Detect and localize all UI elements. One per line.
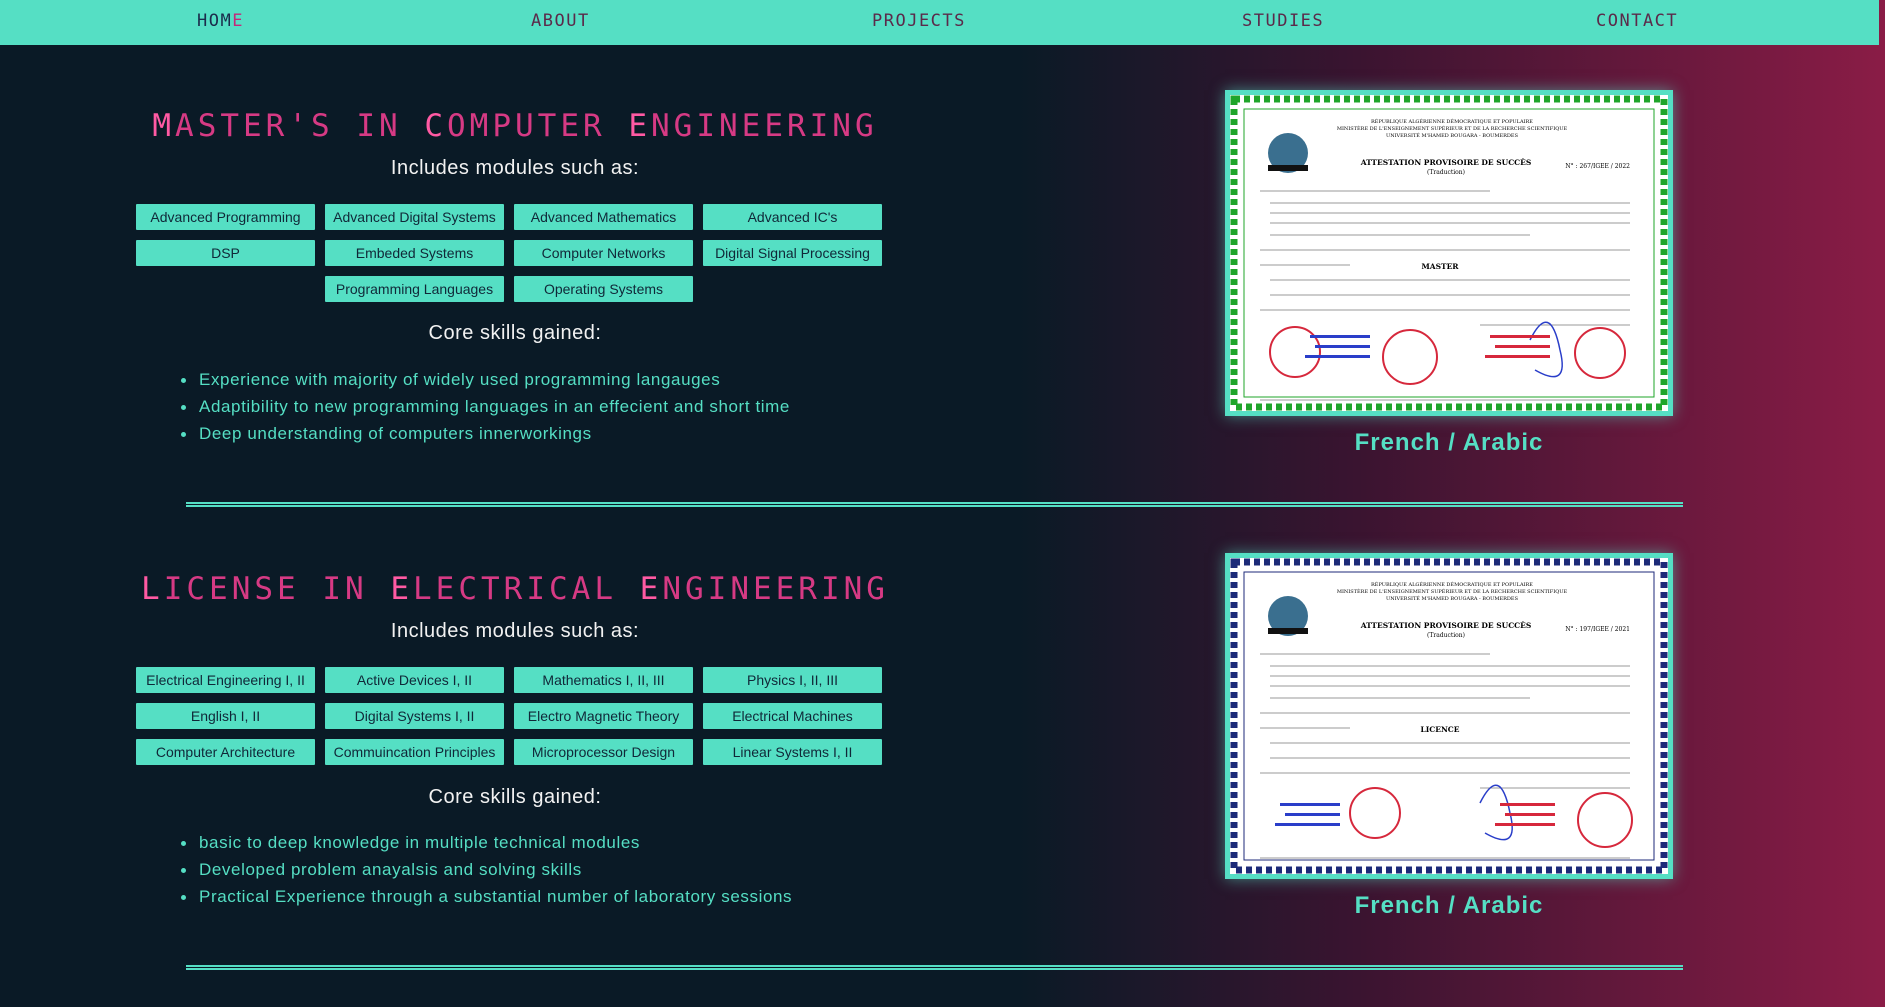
title-text: OMPUTER (447, 108, 629, 144)
cert-header1: RÉPUBLIQUE ALGÉRIENNE DÉMOCRATIQUE ET PO… (1371, 580, 1533, 588)
section-divider (186, 502, 1683, 507)
module-chip[interactable]: Mathematics I, II, III (514, 667, 693, 693)
title-cap: E (628, 108, 651, 144)
nav-home[interactable]: HOME (197, 11, 244, 31)
nav-contact[interactable]: CONTACT (1596, 11, 1678, 31)
certificate-paper: RÉPUBLIQUE ALGÉRIENNE DÉMOCRATIQUE ET PO… (1230, 558, 1668, 874)
cert-number: N° : 197/IGEE / 2021 (1565, 626, 1630, 633)
module-chip[interactable]: Commuincation Principles (325, 739, 504, 765)
skill-item: Adaptibility to new programming language… (181, 397, 790, 424)
nav-about[interactable]: ABOUT (531, 11, 590, 31)
module-chip[interactable]: Digital Signal Processing (703, 240, 882, 266)
cert-number: N° : 267/IGEE / 2022 (1565, 163, 1630, 170)
title-cap: E (639, 571, 663, 607)
title-text: ASTER'S IN (175, 108, 425, 144)
nav-home-label: HOM (197, 11, 233, 31)
certificate-caption: French / Arabic (1354, 429, 1544, 456)
modules-heading: Includes modules such as: (390, 157, 640, 179)
module-chip[interactable]: Electrical Machines (703, 703, 882, 729)
title-text: ICENSE IN (163, 571, 391, 607)
cert-subtitle: (Traduction) (1427, 169, 1465, 176)
skills-heading: Core skills gained: (428, 322, 602, 344)
module-chip[interactable]: Advanced Digital Systems (325, 204, 504, 230)
certificate-paper: RÉPUBLIQUE ALGÉRIENNE DÉMOCRATIQUE ET PO… (1230, 95, 1668, 411)
title-cap: L (141, 571, 164, 607)
module-chip[interactable]: Active Devices I, II (325, 667, 504, 693)
stamp-icon (1269, 326, 1321, 378)
cert-degree: LICENCE (1420, 725, 1459, 734)
section-divider (186, 965, 1683, 970)
cert-subtitle: (Traduction) (1427, 632, 1465, 639)
top-nav: HOME ABOUT PROJECTS STUDIES CONTACT (0, 0, 1879, 45)
module-chip[interactable]: Advanced Programming (136, 204, 315, 230)
skills-list: basic to deep knowledge in multiple tech… (181, 833, 792, 914)
nav-projects[interactable]: PROJECTS (872, 11, 966, 31)
stamp-icon (1574, 327, 1626, 379)
cert-title: ATTESTATION PROVISOIRE DE SUCCÈS (1360, 621, 1532, 630)
degree-title: LICENSE IN ELECTRICAL ENGINEERING (0, 571, 1030, 607)
cert-header3: UNIVERSITÉ M'HAMED BOUGARA - BOUMERDES (1386, 131, 1519, 139)
module-chip[interactable]: English I, II (136, 703, 315, 729)
module-chip[interactable]: Advanced IC's (703, 204, 882, 230)
modules-heading: Includes modules such as: (390, 620, 640, 642)
cert-degree: MASTER (1421, 262, 1459, 271)
skills-heading: Core skills gained: (428, 786, 602, 808)
certificate-image[interactable]: RÉPUBLIQUE ALGÉRIENNE DÉMOCRATIQUE ET PO… (1225, 553, 1673, 879)
module-chip[interactable]: Operating Systems (514, 276, 693, 302)
skill-item: basic to deep knowledge in multiple tech… (181, 833, 792, 860)
title-text: LECTRICAL (413, 571, 640, 607)
title-text: NGINEERING (662, 571, 889, 607)
cert-header3: UNIVERSITÉ M'HAMED BOUGARA - BOUMERDES (1386, 594, 1519, 602)
title-cap: E (390, 571, 414, 607)
degree-title: MASTER'S IN COMPUTER ENGINEERING (0, 108, 1030, 144)
stamp-icon (1382, 329, 1438, 385)
arabic-text-block (1275, 803, 1555, 826)
nav-studies[interactable]: STUDIES (1242, 11, 1324, 31)
skills-list: Experience with majority of widely used … (181, 370, 790, 451)
module-chip[interactable]: DSP (136, 240, 315, 266)
module-chip[interactable]: Advanced Mathematics (514, 204, 693, 230)
signature-icon (1529, 321, 1563, 378)
certificate-image[interactable]: RÉPUBLIQUE ALGÉRIENNE DÉMOCRATIQUE ET PO… (1225, 90, 1673, 416)
title-cap: M (152, 108, 176, 144)
module-chip[interactable]: Electro Magnetic Theory (514, 703, 693, 729)
skill-item: Practical Experience through a substanti… (181, 887, 792, 914)
stamp-icon (1349, 787, 1401, 839)
module-chip[interactable]: Embeded Systems (325, 240, 504, 266)
nav-home-highlight: E (232, 11, 244, 31)
module-chip[interactable]: Computer Networks (514, 240, 693, 266)
cert-header2: MINISTÈRE DE L'ENSEIGNEMENT SUPÉRIEUR ET… (1337, 587, 1568, 595)
stamp-icon (1577, 792, 1633, 848)
title-text: NGINEERING (651, 108, 878, 144)
module-chip[interactable]: Digital Systems I, II (325, 703, 504, 729)
skill-item: Experience with majority of widely used … (181, 370, 790, 397)
certificate-drawing: RÉPUBLIQUE ALGÉRIENNE DÉMOCRATIQUE ET PO… (1230, 558, 1668, 874)
cert-header2: MINISTÈRE DE L'ENSEIGNEMENT SUPÉRIEUR ET… (1337, 124, 1568, 132)
module-chip[interactable]: Electrical Engineering I, II (136, 667, 315, 693)
certificate-drawing: RÉPUBLIQUE ALGÉRIENNE DÉMOCRATIQUE ET PO… (1230, 95, 1668, 411)
module-chip[interactable]: Programming Languages (325, 276, 504, 302)
title-cap: C (424, 108, 448, 144)
module-chip[interactable]: Physics I, II, III (703, 667, 882, 693)
cert-title: ATTESTATION PROVISOIRE DE SUCCÈS (1360, 158, 1532, 167)
module-chip[interactable]: Linear Systems I, II (703, 739, 882, 765)
cert-header1: RÉPUBLIQUE ALGÉRIENNE DÉMOCRATIQUE ET PO… (1371, 117, 1533, 125)
skill-item: Developed problem anayalsis and solving … (181, 860, 792, 887)
signature-icon (1479, 784, 1513, 841)
module-chip[interactable]: Computer Architecture (136, 739, 315, 765)
module-chip[interactable]: Microprocessor Design (514, 739, 693, 765)
skill-item: Deep understanding of computers innerwor… (181, 424, 790, 451)
certificate-caption: French / Arabic (1354, 892, 1544, 919)
arabic-text-block (1305, 335, 1550, 358)
